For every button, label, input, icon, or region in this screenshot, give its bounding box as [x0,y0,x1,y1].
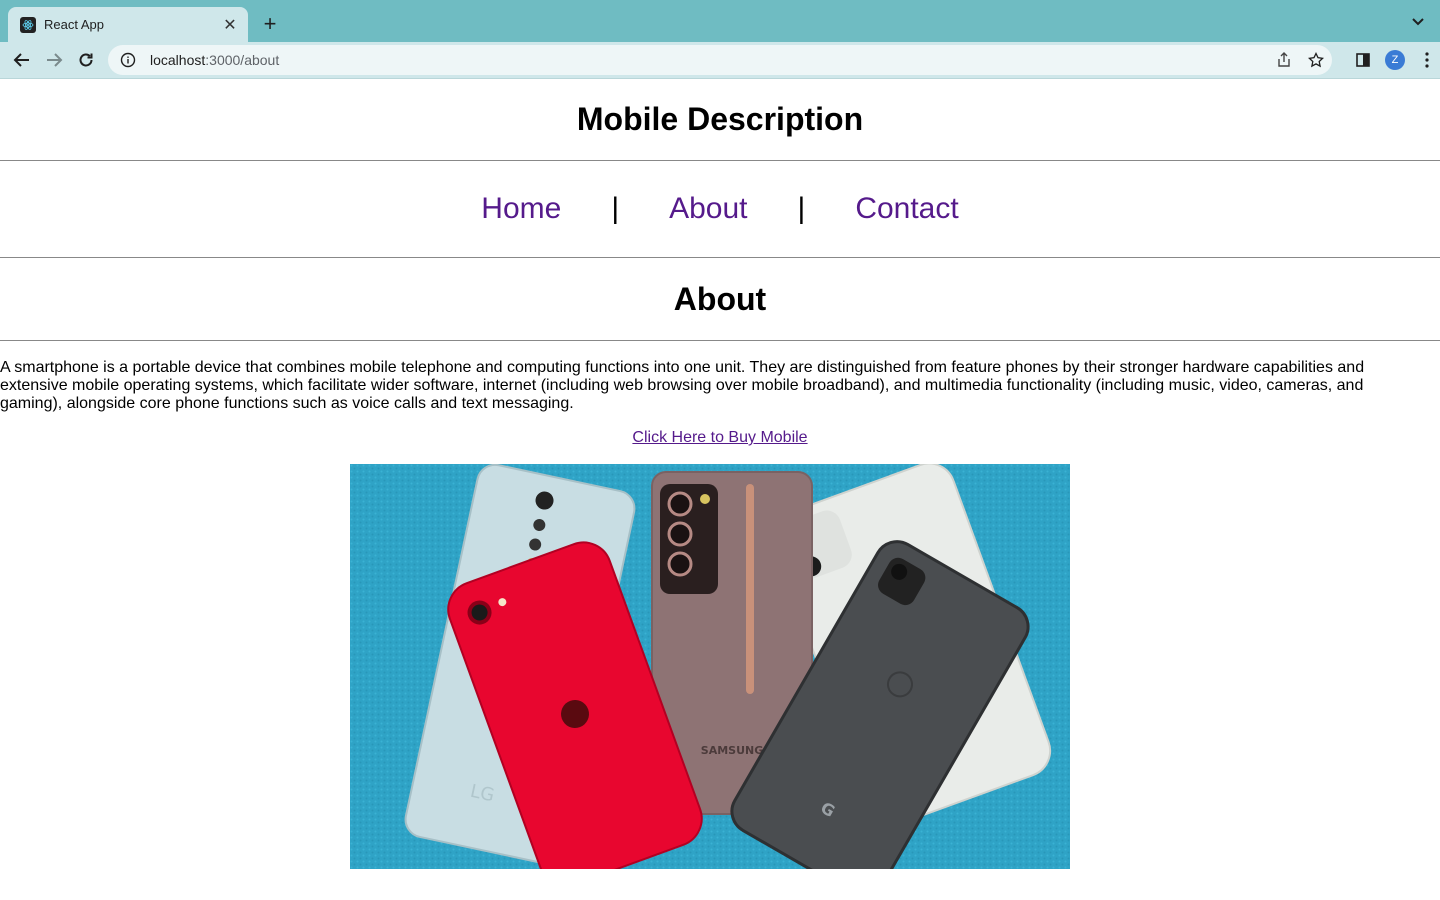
profile-initial: Z [1385,50,1405,70]
back-arrow-icon[interactable] [8,46,36,74]
react-logo-icon [20,16,36,33]
page-heading: About [673,281,767,317]
svg-text:SAMSUNG: SAMSUNG [701,744,763,757]
buy-mobile-link[interactable]: Click Here to Buy Mobile [0,429,1440,447]
main-nav: Home | About | Contact [0,161,1440,257]
url-host: localhost [150,52,206,68]
tab-title: React App [44,17,104,32]
new-tab-plus-icon[interactable]: + [258,11,282,36]
url-path: :3000/about [205,52,280,68]
browser-tab-strip: React App ✕ + [0,0,1440,42]
page-content: Mobile Description Home | About | Contac… [0,79,1440,869]
chevron-down-icon[interactable] [1408,12,1428,32]
site-title: Mobile Description [576,101,864,137]
bookmark-star-icon[interactable] [1306,50,1326,70]
more-menu-icon[interactable] [1416,49,1438,71]
browser-tab[interactable]: React App ✕ [8,7,248,42]
nav-link-about[interactable]: About [669,192,747,226]
nav-link-home[interactable]: Home [481,192,561,226]
address-bar[interactable]: localhost:3000/about [108,45,1332,75]
close-icon[interactable]: ✕ [220,15,240,35]
nav-separator: | [611,192,620,225]
description-paragraph: A smartphone is a portable device that c… [0,359,1365,412]
forward-arrow-icon[interactable] [40,46,68,74]
info-icon[interactable] [120,52,136,68]
share-icon[interactable] [1274,50,1294,70]
smartphones-photo: LG SAMSUNG G [350,464,1070,869]
side-panel-icon[interactable] [1352,49,1374,71]
profile-avatar[interactable]: Z [1384,49,1406,71]
browser-toolbar: localhost:3000/about Z [0,42,1440,79]
reload-icon[interactable] [72,46,100,74]
nav-separator: | [797,192,806,225]
divider [0,340,1440,341]
url-text: localhost:3000/about [150,52,279,68]
nav-link-contact[interactable]: Contact [855,192,958,226]
